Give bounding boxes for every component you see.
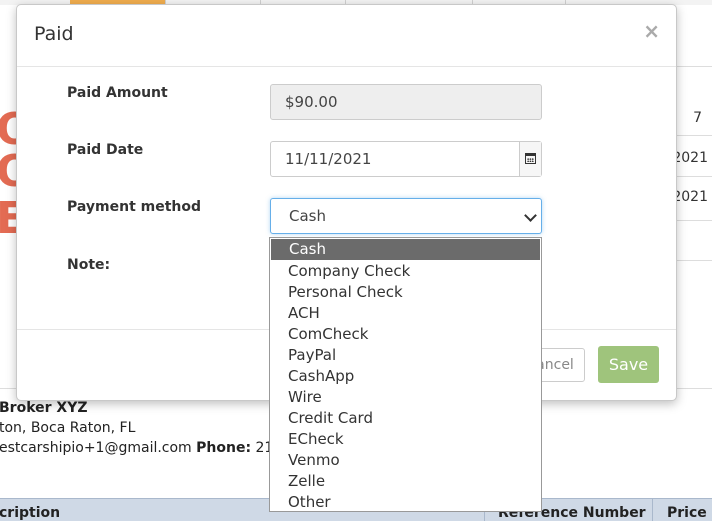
option-company-check[interactable]: Company Check [270, 261, 541, 282]
payment-method-label: Payment method [67, 199, 202, 215]
payment-method-value: Cash [289, 207, 326, 225]
paid-date-input[interactable]: 11/11/2021 [270, 141, 542, 177]
paid-date-label: Paid Date [67, 142, 144, 158]
save-button[interactable]: Save [598, 346, 659, 383]
option-comcheck[interactable]: ComCheck [270, 324, 541, 345]
paid-amount-value: $90.00 [285, 93, 338, 111]
modal-header: Paid × [17, 5, 676, 67]
payment-method-dropdown: Cash Company Check Personal Check ACH Co… [269, 237, 542, 512]
option-cash[interactable]: Cash [271, 239, 540, 260]
paid-amount-label: Paid Amount [67, 85, 168, 101]
option-personal-check[interactable]: Personal Check [270, 282, 541, 303]
paid-amount-field[interactable]: $90.00 [270, 84, 542, 120]
note-label: Note: [67, 257, 111, 273]
option-zelle[interactable]: Zelle [270, 471, 541, 492]
option-other[interactable]: Other [270, 492, 541, 511]
option-paypal[interactable]: PayPal [270, 345, 541, 366]
calendar-button[interactable] [519, 142, 541, 176]
paid-date-value: 11/11/2021 [285, 150, 372, 168]
calendar-icon [525, 153, 536, 164]
option-echeck[interactable]: ECheck [270, 429, 541, 450]
payment-method-select[interactable]: Cash [270, 198, 542, 234]
option-cashapp[interactable]: CashApp [270, 366, 541, 387]
modal-title: Paid [34, 23, 74, 45]
option-ach[interactable]: ACH [270, 303, 541, 324]
option-venmo[interactable]: Venmo [270, 450, 541, 471]
close-icon[interactable]: × [643, 19, 660, 43]
option-wire[interactable]: Wire [270, 387, 541, 408]
chevron-down-icon [524, 209, 537, 222]
option-credit-card[interactable]: Credit Card [270, 408, 541, 429]
